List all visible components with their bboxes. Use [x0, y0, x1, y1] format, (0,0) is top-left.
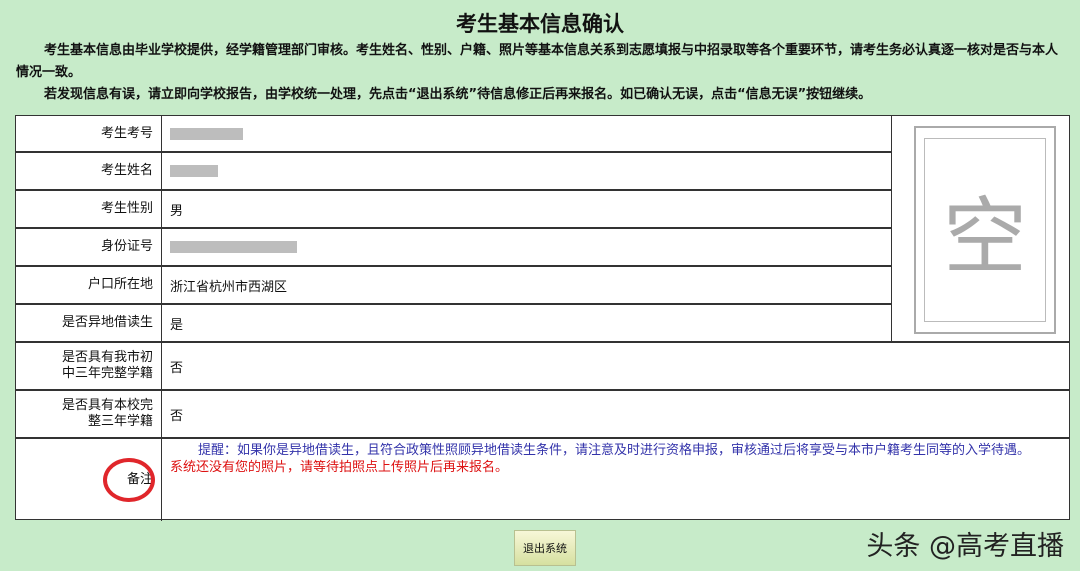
- remarks-content: 提醒：如果你是异地借读生，且符合政策性照顾异地借读生条件，请注意及时进行资格申报…: [170, 442, 1060, 476]
- watermark: 头条 @高考直播: [866, 531, 1064, 562]
- row-value: 男: [170, 203, 184, 219]
- row-city-record: 是否具有我市初中三年完整学籍否: [16, 343, 1069, 391]
- row-value: 否: [170, 360, 184, 376]
- redacted-value: [170, 165, 218, 177]
- row-household: 户口所在地 浙江省杭州市西湖区: [16, 267, 891, 305]
- row-label: 身份证号: [16, 229, 162, 265]
- row-label: 是否具有本校完整三年学籍: [16, 391, 162, 437]
- remarks-warning: 系统还没有您的照片，请等待拍照点上传照片后再来报名。: [170, 460, 509, 475]
- row-value: 否: [170, 408, 184, 424]
- photo-cell: 空: [891, 116, 1069, 343]
- row-name: 考生姓名: [16, 153, 891, 191]
- row-exam-number: 考生考号: [16, 116, 891, 153]
- row-label: 户口所在地: [16, 267, 162, 303]
- redacted-value: [170, 241, 297, 253]
- intro-paragraph: 若发现信息有误，请立即向学校报告，由学校统一处理，先点击“退出系统”待信息修正后…: [44, 87, 872, 102]
- row-value: 是: [170, 317, 184, 333]
- redacted-value: [170, 127, 243, 140]
- intro-paragraph: 考生基本信息由毕业学校提供，经学籍管理部门审核。考生姓名、性别、户籍、照片等基本…: [16, 43, 1059, 80]
- highlight-circle: [103, 458, 155, 502]
- page-title: 考生基本信息确认: [456, 12, 624, 36]
- row-value: 浙江省杭州市西湖区: [170, 279, 288, 295]
- row-school-record: 是否具有本校完整三年学籍否: [16, 391, 1069, 439]
- row-transfer-student: 是否异地借读生是: [16, 305, 891, 343]
- row-id-number: 身份证号: [16, 229, 891, 267]
- photo-frame: 空: [914, 126, 1056, 334]
- row-label: 是否具有我市初中三年完整学籍: [16, 343, 162, 389]
- info-table: 考生考号 考生姓名 考生性别男 身份证号 户口所在地 浙江省杭州市西湖区 是否异地…: [15, 115, 1070, 521]
- row-label: 考生性别: [16, 191, 162, 227]
- row-label: 是否异地借读生: [16, 305, 162, 341]
- exit-system-button[interactable]: 退出系统: [514, 530, 576, 566]
- row-gender: 考生性别男: [16, 191, 891, 229]
- photo-placeholder: 空: [924, 138, 1046, 322]
- row-label: 考生姓名: [16, 153, 162, 189]
- row-label: 考生考号: [16, 116, 162, 151]
- remarks-reminder: 提醒：如果你是异地借读生，且符合政策性照顾异地借读生条件，请注意及时进行资格申报…: [198, 443, 1031, 458]
